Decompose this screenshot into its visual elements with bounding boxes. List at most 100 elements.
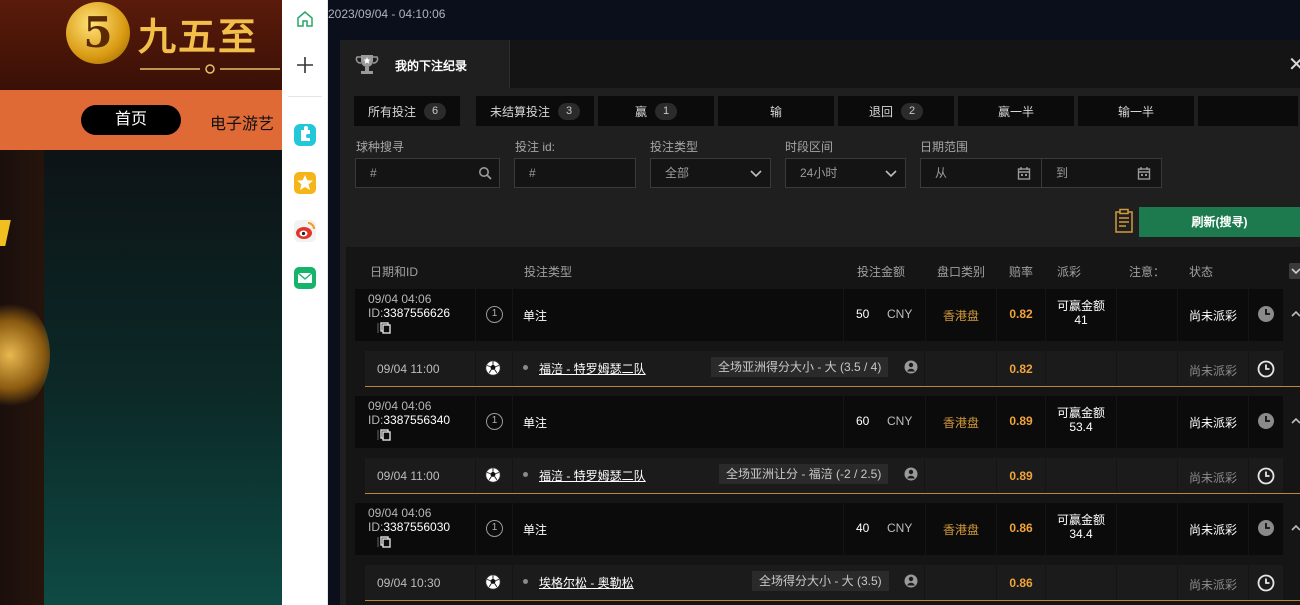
bullet-dot xyxy=(523,472,528,477)
match-cell: 埃格尔松 - 奥勒松 全场得分大小 - 大 (3.5) xyxy=(513,565,924,600)
refresh-search-button[interactable]: 刷新(搜寻) xyxy=(1139,207,1300,237)
sub-note-cell xyxy=(1117,565,1177,600)
home-button[interactable] xyxy=(292,6,318,32)
tab-half-won[interactable]: 赢一半 xyxy=(958,96,1076,126)
tab-unsettled[interactable]: 未结算投注 3 xyxy=(476,96,596,126)
close-icon[interactable]: ✕ xyxy=(1288,52,1300,76)
copy-icon[interactable] xyxy=(377,535,391,549)
add-button[interactable] xyxy=(292,52,318,78)
copy-icon[interactable] xyxy=(377,321,391,335)
collapse-all-button[interactable] xyxy=(1289,263,1300,279)
sub-payout-cell xyxy=(1046,458,1116,493)
bet-type: 单注 xyxy=(523,523,548,537)
kickoff-time: 09/04 10:30 xyxy=(377,576,441,590)
odds-value: 0.89 xyxy=(1009,414,1033,428)
sport-search-input[interactable]: # xyxy=(355,158,500,188)
mail-icon xyxy=(294,267,316,289)
home-icon xyxy=(297,11,313,27)
sidebar-app-puzzle[interactable] xyxy=(292,122,318,148)
tab-label: 赢 xyxy=(634,104,647,119)
clock-icon[interactable] xyxy=(1257,305,1275,323)
date-id-cell: 09/04 04:06 ID:3387556340 xyxy=(355,396,475,448)
sub-status-cell: 尚未派彩 xyxy=(1178,565,1248,600)
sub-history-cell xyxy=(1249,458,1283,493)
chevron-up-icon[interactable] xyxy=(1290,414,1300,428)
time-range-select[interactable]: 24小时 xyxy=(785,158,906,188)
match-name[interactable]: 埃格尔松 - 奥勒松 xyxy=(539,574,634,591)
clock-icon[interactable] xyxy=(1257,412,1275,430)
clock-icon[interactable] xyxy=(1257,574,1275,592)
bet-id-value: 3387556030 xyxy=(383,520,451,534)
odds-cell: 0.86 xyxy=(997,503,1045,555)
copy-icon[interactable] xyxy=(377,428,391,442)
sub-odds-cell: 0.89 xyxy=(997,458,1045,493)
odds-cell: 0.82 xyxy=(997,289,1045,341)
kickoff-cell: 09/04 10:30 xyxy=(365,565,475,600)
legs-count: 1 xyxy=(486,306,503,323)
clock-icon[interactable] xyxy=(1257,467,1275,485)
tab-all-bets[interactable]: 所有投注 6 xyxy=(354,96,462,126)
col-odds: 赔率 xyxy=(1009,265,1034,279)
site-logo-mark: 5 xyxy=(66,2,130,64)
print-icon[interactable] xyxy=(1114,208,1134,234)
clock-icon[interactable] xyxy=(1257,519,1275,537)
bet-row[interactable]: 09/04 04:06 ID:3387556626 1 单注 50 CNY 香港… xyxy=(355,289,1300,341)
date-to-input[interactable]: 到 xyxy=(1041,158,1162,188)
col-bet-type: 投注类型 xyxy=(524,265,573,279)
nav-electronic-games[interactable]: 电子游艺 xyxy=(210,110,274,134)
soccer-ball-icon xyxy=(485,467,501,483)
tab-label: 所有投注 xyxy=(367,104,416,119)
sub-odds-cell: 0.82 xyxy=(997,351,1045,386)
bet-row[interactable]: 09/04 04:06 ID:3387556340 1 单注 60 CNY 香港… xyxy=(355,396,1300,448)
sub-odds-value: 0.89 xyxy=(1009,469,1033,483)
bet-id-input[interactable]: # xyxy=(514,158,636,188)
date-to-placeholder: 到 xyxy=(1056,166,1069,180)
type-cell: 单注 xyxy=(513,503,843,555)
col-status: 状态 xyxy=(1189,265,1214,279)
site-banner xyxy=(44,150,282,605)
status-cell: 尚未派彩 xyxy=(1178,396,1248,448)
note-cell xyxy=(1117,289,1177,341)
sidebar-divider xyxy=(288,96,322,97)
date-from-input[interactable]: 从 xyxy=(920,158,1042,188)
bet-type-select[interactable]: 全部 xyxy=(650,158,771,188)
market-cell: 香港盘 xyxy=(926,503,996,555)
clock-icon[interactable] xyxy=(1257,360,1275,378)
tab-refunded[interactable]: 退回 2 xyxy=(838,96,956,126)
bet-id-prefix: ID: xyxy=(368,306,384,320)
match-name[interactable]: 福涪 - 特罗姆瑟二队 xyxy=(539,360,646,377)
sub-market-cell xyxy=(925,565,996,600)
date-from-placeholder: 从 xyxy=(935,166,948,180)
sub-note-cell xyxy=(1117,351,1177,386)
bet-filter-tabs: 所有投注 6 未结算投注 3 赢 1 输 退回 2 赢一半 输一半 xyxy=(354,96,1300,126)
backdrop-strip xyxy=(328,28,1300,40)
chevron-up-icon[interactable] xyxy=(1290,521,1300,535)
bet-date: 09/04 04:06 xyxy=(368,399,432,413)
history-cell xyxy=(1249,289,1283,341)
site-header: 5 九五至 xyxy=(0,0,282,90)
stake-amount: 40 xyxy=(856,521,870,535)
bet-history-modal: 我的下注纪录 ✕ 所有投注 6 未结算投注 3 赢 1 输 退回 2 赢一半 输… xyxy=(340,40,1300,605)
search-icon xyxy=(479,167,492,180)
tab-won[interactable]: 赢 1 xyxy=(598,96,716,126)
tab-lost[interactable]: 输 xyxy=(718,96,836,126)
screen: 5 九五至 首页 电子游艺 2023/09/04 - 04:10:06 我的下注… xyxy=(0,0,1300,605)
bet-row[interactable]: 09/04 04:06 ID:3387556030 1 单注 40 CNY 香港… xyxy=(355,503,1300,555)
sub-odds-value: 0.86 xyxy=(1009,576,1033,590)
stake-amount: 50 xyxy=(856,307,870,321)
sidebar-app-mail[interactable] xyxy=(292,265,318,291)
nav-home[interactable]: 首页 xyxy=(81,105,181,135)
site-logo-text: 九五至 xyxy=(138,14,259,59)
type-cell: 单注 xyxy=(513,289,843,341)
sub-status-cell: 尚未派彩 xyxy=(1178,458,1248,493)
sub-market-cell xyxy=(925,351,996,386)
payout-value: 41 xyxy=(1074,313,1088,327)
chevron-up-icon[interactable] xyxy=(1290,307,1300,321)
bet-id-value: 3387556626 xyxy=(383,306,451,320)
sub-odds-cell: 0.86 xyxy=(997,565,1045,600)
sidebar-app-star[interactable] xyxy=(292,170,318,196)
tab-half-lost[interactable]: 输一半 xyxy=(1078,96,1196,126)
sidebar-app-weibo[interactable] xyxy=(292,218,318,244)
odds-cell: 0.89 xyxy=(997,396,1045,448)
match-name[interactable]: 福涪 - 特罗姆瑟二队 xyxy=(539,467,646,484)
